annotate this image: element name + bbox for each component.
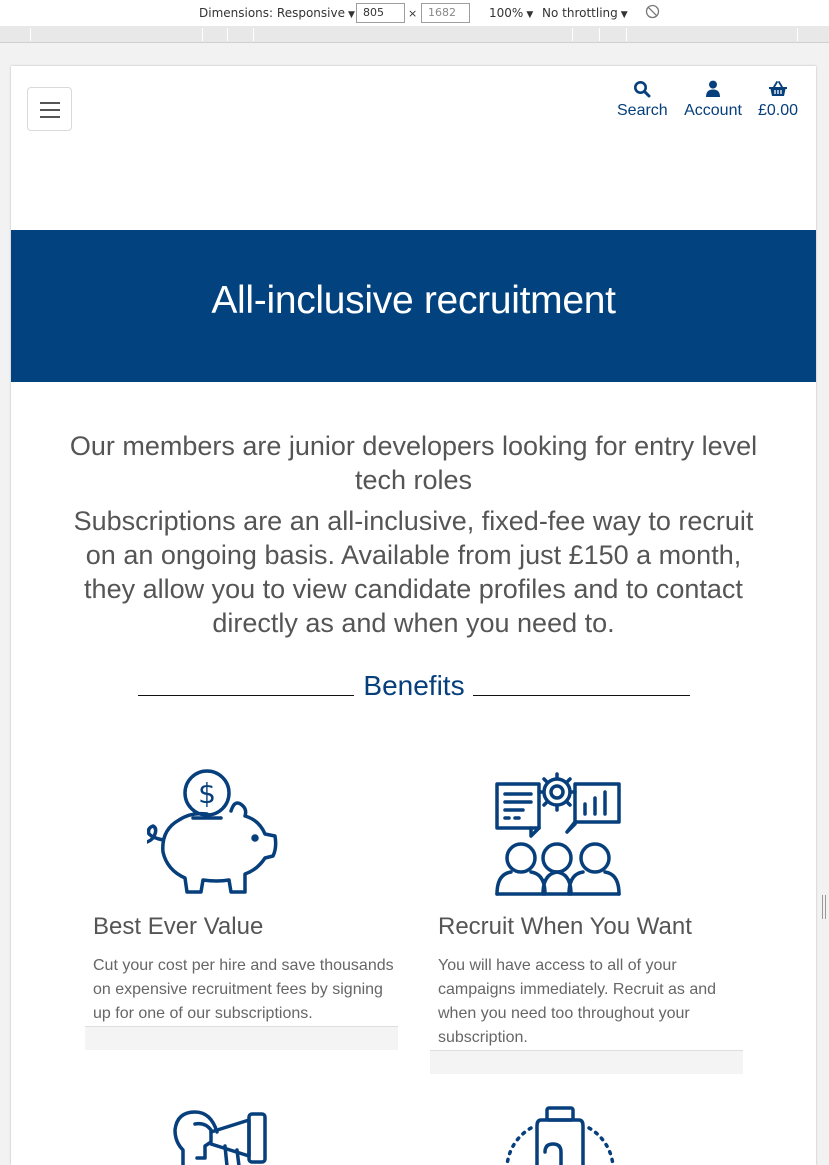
media-query-ruler[interactable]	[0, 26, 829, 43]
basket-total: £0.00	[757, 102, 799, 119]
hero-banner: All-inclusive recruitment	[11, 230, 816, 382]
search-label: Search	[617, 102, 668, 119]
benefit-text: Cut your cost per hire and save thousand…	[93, 957, 394, 1022]
hamburger-icon	[40, 102, 60, 104]
card-footer	[85, 1026, 398, 1050]
benefits-heading: Benefits	[363, 670, 465, 701]
card-footer	[430, 1050, 743, 1074]
page-title: All-inclusive recruitment	[211, 279, 616, 322]
hand-badge-icon	[501, 1106, 621, 1165]
benefit-text: You will have access to all of your camp…	[438, 957, 717, 1046]
piggy-bank-icon: $	[145, 768, 279, 903]
width-input[interactable]: 805	[356, 3, 405, 23]
menu-button[interactable]	[27, 87, 72, 131]
rotate-icon[interactable]	[645, 4, 660, 23]
account-link[interactable]: Account	[682, 80, 744, 120]
search-link[interactable]: Search	[617, 80, 668, 120]
divider-right	[473, 695, 690, 696]
dimensions-label: Dimensions: Responsive	[199, 6, 345, 20]
chevron-down-icon: ▼	[526, 10, 534, 20]
height-input[interactable]: 1682	[421, 3, 470, 23]
zoom-label: 100%	[489, 6, 524, 20]
devtools-toolbar: Dimensions: Responsive ▼ 805 × 1682 100% ▼…	[0, 0, 829, 26]
chevron-down-icon: ▼	[347, 10, 355, 20]
team-presentation-icon	[495, 770, 621, 901]
basket-link[interactable]: £0.00	[756, 80, 800, 120]
megaphone-person-icon	[171, 1106, 281, 1165]
zoom-dropdown[interactable]: 100% ▼	[489, 5, 533, 23]
svg-text:$: $	[198, 777, 216, 810]
benefit-title: Best Ever Value	[93, 913, 264, 940]
divider-left	[138, 695, 354, 696]
basket-icon	[756, 80, 800, 102]
search-icon	[617, 80, 667, 102]
page-viewport: Search Account £0.00 All-inclusive recru…	[11, 66, 816, 1165]
account-label: Account	[684, 102, 742, 119]
intro-body: Subscriptions are an all-inclusive, fixe…	[73, 506, 754, 638]
throttling-dropdown[interactable]: No throttling ▼	[542, 5, 628, 23]
dimensions-dropdown[interactable]: Dimensions: Responsive ▼	[199, 5, 355, 23]
throttling-label: No throttling	[542, 6, 618, 20]
resize-handle[interactable]	[822, 895, 826, 919]
intro-lead: Our members are junior developers lookin…	[69, 431, 758, 495]
benefit-title: Recruit When You Want	[438, 913, 692, 940]
user-icon	[682, 80, 744, 102]
chevron-down-icon: ▼	[620, 10, 628, 20]
times-icon: ×	[408, 7, 418, 20]
